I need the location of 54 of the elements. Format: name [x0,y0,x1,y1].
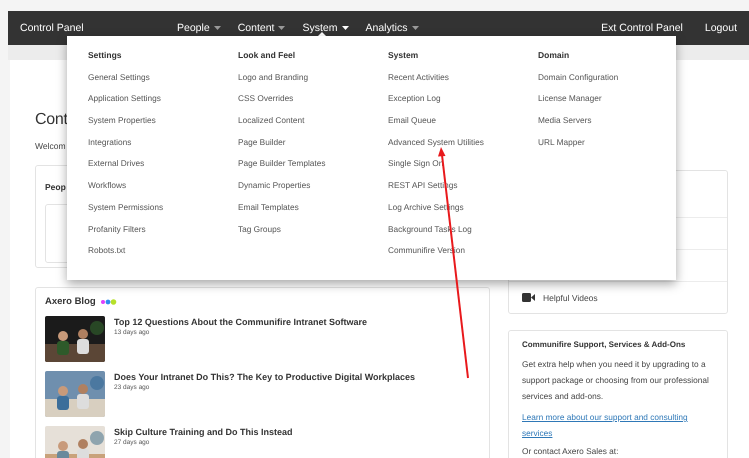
menu-heading: Settings [88,49,122,62]
caret-icon [214,26,221,30]
nav-link[interactable]: Ext Control Panel [601,22,683,34]
menu-item[interactable]: Robots.txt [88,244,126,266]
menu-heading: System [388,49,418,62]
menu-item[interactable]: Exception Log [388,92,441,114]
caret-icon [412,26,419,30]
menu-item[interactable]: System Properties [88,114,156,136]
menu-item[interactable]: Logo and Branding [238,70,308,92]
menu-item[interactable]: Page Builder [238,136,286,158]
support-title: Communifire Support, Services & Add-Ons [522,340,686,349]
menu-item[interactable]: Localized Content [238,114,304,136]
support-link[interactable]: Learn more about our support and consulting services [522,409,714,441]
post-title[interactable]: Top 12 Questions About the Communifire Intranet Software [114,317,368,327]
menu-item[interactable]: Page Builder Templates [238,157,326,180]
menu-item[interactable]: License Manager [538,92,602,114]
welcome-text: Welcom [35,141,66,151]
menu-item[interactable]: Application Settings [88,92,161,114]
menu-item[interactable]: External Drives [88,157,144,180]
caret-icon [278,26,286,30]
nav-menu[interactable]: Content [238,22,286,34]
menu-item[interactable]: CSS Overrides [238,92,294,114]
menu-item[interactable]: General Settings [88,70,150,92]
card-title: Peop [45,182,66,192]
menu-item[interactable]: System Permissions [88,200,164,222]
blog-title: Axero Blog [45,296,96,307]
nav-menu[interactable]: Analytics [366,22,419,34]
app-title[interactable]: Control Panel [20,22,177,34]
menu-item[interactable]: Email Templates [238,200,299,222]
support-text: Get extra help when you need it by upgrading to a support package or choosing from our professional services and add-ons. [522,358,710,403]
video-camera-icon [522,293,535,302]
resource-link[interactable]: Helpful Videos [543,292,598,302]
menu-heading: Look and Feel [238,49,296,62]
nav-menu[interactable]: People [177,22,221,34]
menu-item[interactable]: Workflows [88,179,126,201]
page-heading: Cont [35,110,68,130]
menu-item[interactable]: Media Servers [538,114,592,136]
nav-link[interactable]: Logout [704,22,737,34]
menu-item[interactable]: Profanity Filters [88,222,146,244]
nav-menu[interactable]: System [302,22,348,34]
caret-icon [342,26,348,30]
menu-item[interactable]: URL Mapper [538,136,585,158]
menu-item[interactable]: Advanced System Utilities [388,136,484,158]
dots-icon [100,298,117,304]
menu-item[interactable]: Tag Groups [238,222,281,244]
post-title[interactable]: Does Your Intranet Do This? The Key to Productive Digital Workplaces [114,372,416,382]
menu-heading: Domain [538,49,570,62]
menu-item[interactable]: Integrations [88,136,132,158]
menu-item[interactable]: Domain Configuration [538,70,618,92]
menu-item[interactable]: Recent Activities [388,70,449,92]
menu-item[interactable]: Email Queue [388,114,436,136]
contact-text: Or contact Axero Sales at: [522,446,620,457]
menu-item[interactable]: Dynamic Properties [238,179,310,201]
post-title[interactable]: Skip Culture Training and Do This Instead [114,427,293,437]
